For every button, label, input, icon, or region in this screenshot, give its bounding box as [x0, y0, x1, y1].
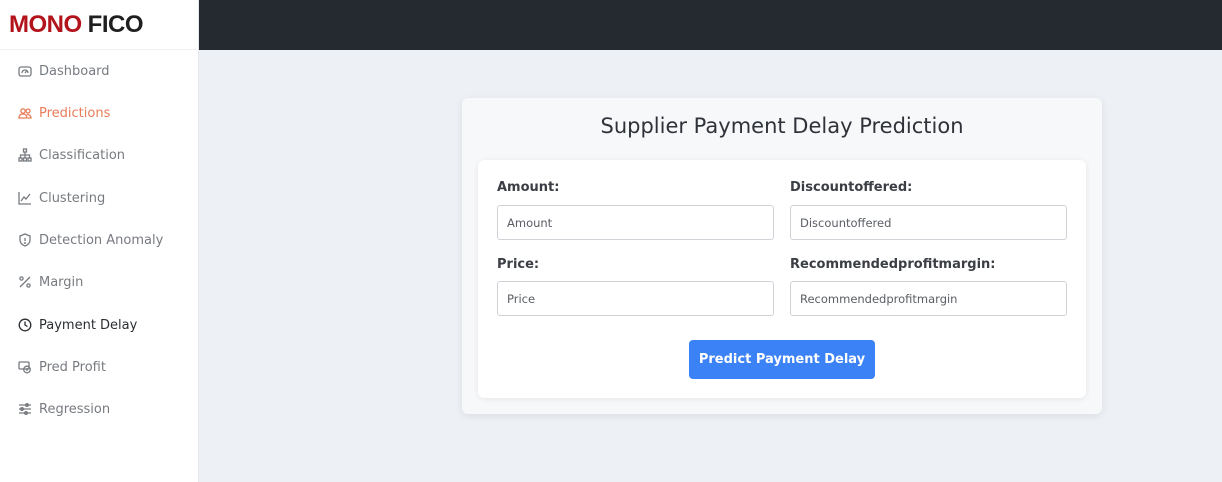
price-input[interactable] — [497, 281, 774, 316]
discountoffered-label: Discountoffered: — [790, 180, 913, 195]
brand-logo-part2: FICO — [87, 10, 144, 38]
recommendedprofitmargin-input[interactable] — [790, 281, 1067, 316]
sidebar-item-classification[interactable]: Classification — [0, 140, 199, 170]
sidebar-item-label: Classification — [39, 147, 126, 163]
sidebar-item-label: Regression — [39, 401, 111, 417]
shield-icon — [18, 233, 32, 247]
sidebar-item-predictions[interactable]: Predictions — [0, 98, 199, 128]
sidebar-item-label: Margin — [39, 274, 84, 290]
line-chart-icon — [18, 191, 32, 205]
predict-payment-delay-button[interactable]: Predict Payment Delay — [689, 340, 875, 379]
sidebar-item-regression[interactable]: Regression — [0, 394, 199, 424]
sidebar-item-label: Predictions — [39, 105, 111, 121]
sidebar-item-label: Dashboard — [39, 63, 110, 79]
amount-label: Amount: — [497, 180, 560, 195]
brand-logo[interactable]: MONO FICO — [0, 0, 198, 50]
sidebar-item-margin[interactable]: Margin — [0, 267, 199, 297]
price-label: Price: — [497, 257, 540, 272]
sidebar-item-payment-delay[interactable]: Payment Delay — [0, 310, 199, 340]
money-icon — [18, 360, 32, 374]
sidebar-item-label: Detection Anomaly — [39, 232, 164, 248]
recommendedprofitmargin-label: Recommendedprofitmargin: — [790, 257, 996, 272]
gauge-icon — [18, 64, 32, 78]
amount-input[interactable] — [497, 205, 774, 240]
sidebar-item-detection-anomaly[interactable]: Detection Anomaly — [0, 225, 199, 255]
sidebar-item-label: Payment Delay — [39, 317, 138, 333]
discountoffered-input[interactable] — [790, 205, 1067, 240]
brand-logo-part1: MONO — [9, 10, 82, 38]
sidebar-item-label: Pred Profit — [39, 359, 106, 375]
sidebar: MONO FICO Dashboard Predictions Classifi… — [0, 0, 199, 482]
page-title: Supplier Payment Delay Prediction — [600, 114, 964, 138]
users-icon — [18, 106, 32, 120]
sidebar-item-dashboard[interactable]: Dashboard — [0, 56, 199, 86]
sliders-icon — [18, 402, 32, 416]
hierarchy-icon — [18, 148, 32, 162]
prediction-card: Supplier Payment Delay Prediction Amount… — [462, 98, 1102, 414]
prediction-form: Amount: Discountoffered: Price: Recommen… — [478, 160, 1086, 398]
top-bar — [199, 0, 1222, 50]
percent-icon — [18, 275, 32, 289]
clock-icon — [18, 318, 32, 332]
sidebar-item-clustering[interactable]: Clustering — [0, 183, 199, 213]
sidebar-item-label: Clustering — [39, 190, 106, 206]
sidebar-item-pred-profit[interactable]: Pred Profit — [0, 352, 199, 382]
